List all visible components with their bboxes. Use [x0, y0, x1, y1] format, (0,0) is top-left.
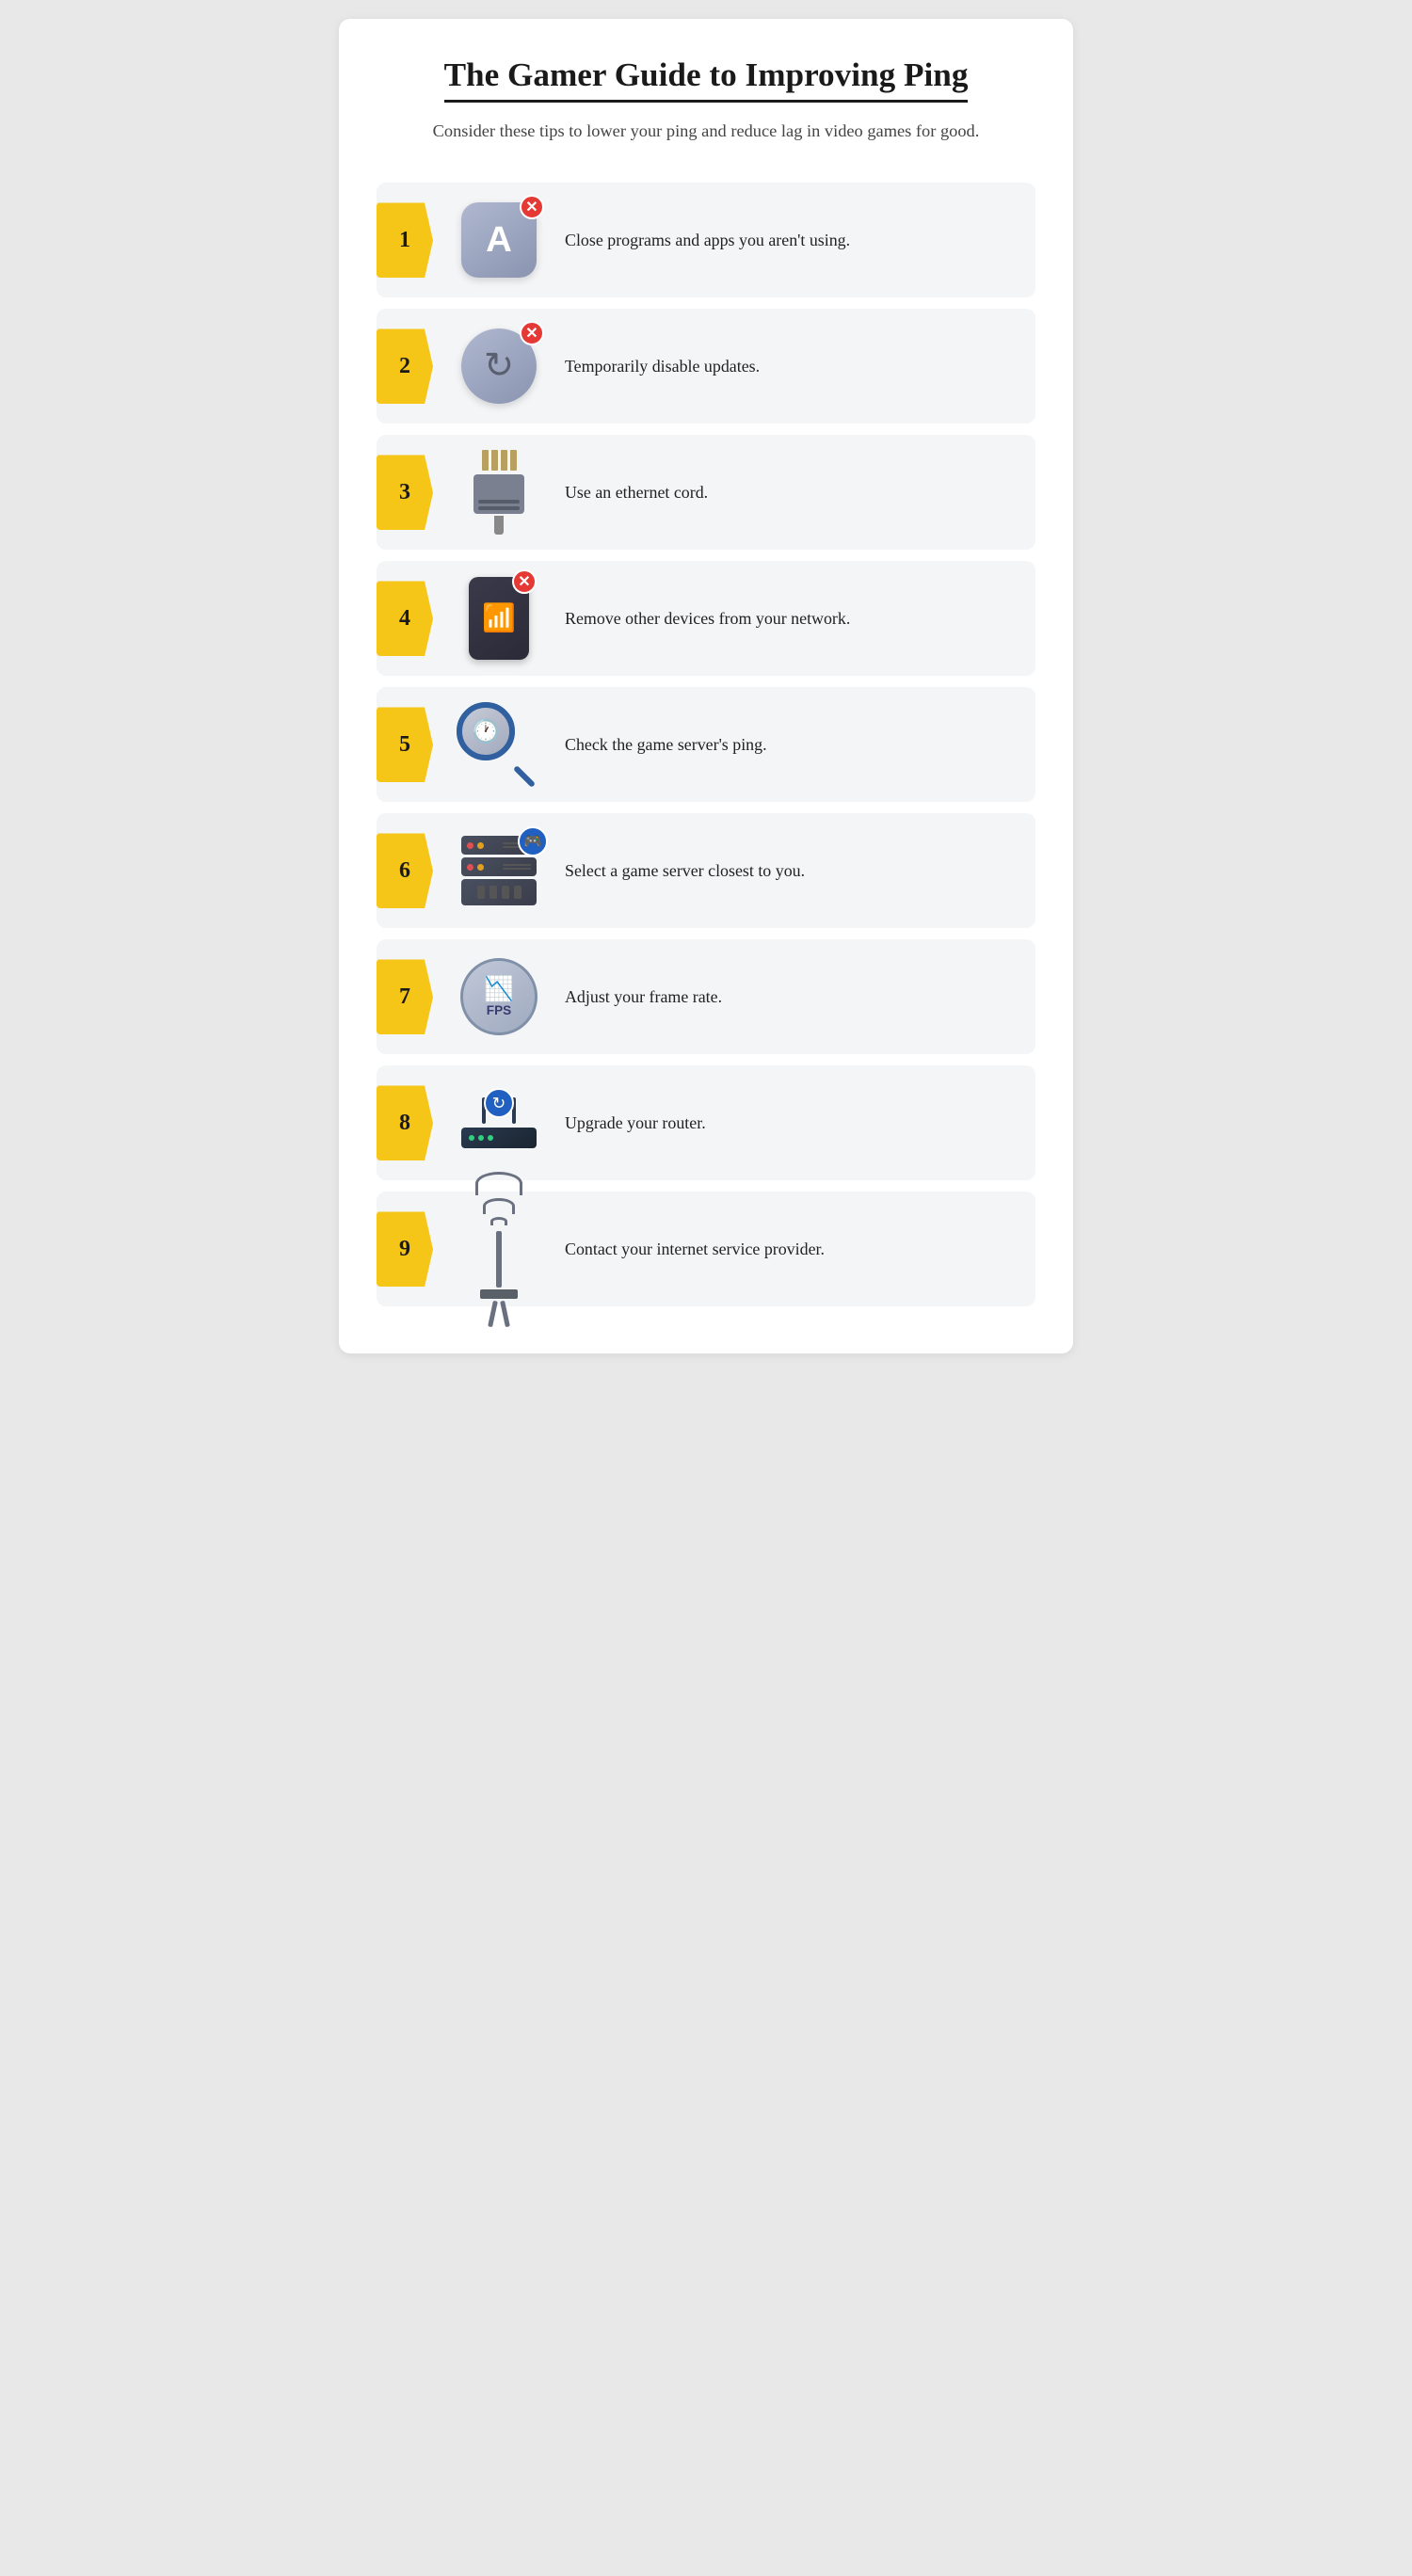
tower-platform [480, 1289, 518, 1299]
refresh-circle-icon: ✕ ↻ [461, 328, 537, 404]
antenna-tower-icon [475, 1172, 522, 1327]
router-led-2 [478, 1135, 484, 1141]
game-server-icon: 🎮 [452, 828, 546, 913]
ethernet-body [473, 474, 524, 514]
speedometer-needle-icon: 📉 [484, 977, 514, 1001]
router-refresh-icon: ↻ [484, 1088, 514, 1118]
router-led-1 [469, 1135, 474, 1141]
server-led-red-2 [467, 864, 473, 871]
pin-3 [501, 450, 507, 471]
tip-text-6: Select a game server closest to you. [565, 861, 1013, 881]
search-clock-icon: 🕐 [457, 702, 541, 787]
close-x-icon-2: ✕ [520, 321, 544, 345]
number-badge-1: 1 [377, 202, 433, 278]
isp-tower-icon [452, 1207, 546, 1291]
tip-text-9: Contact your internet service provider. [565, 1240, 1013, 1259]
smartphone-icon: ✕ 📶 [469, 577, 529, 660]
signal-arc-middle [483, 1198, 515, 1214]
ethernet-plug-icon [473, 450, 524, 535]
gamepad-badge-icon: 🎮 [518, 826, 548, 856]
server-led-yellow [477, 842, 484, 849]
base-vent-3 [502, 886, 509, 899]
tip-text-4: Remove other devices from your network. [565, 609, 1013, 629]
check-ping-icon: 🕐 [452, 702, 546, 787]
tip-text-7: Adjust your frame rate. [565, 987, 1013, 1007]
ethernet-stripe-2 [478, 506, 520, 510]
signal-arcs [475, 1172, 522, 1225]
server-base-unit [461, 879, 537, 905]
disable-updates-icon: ✕ ↻ [452, 324, 546, 408]
close-x-icon-3: ✕ [512, 569, 537, 594]
number-badge-6: 6 [377, 833, 433, 908]
page-header: The Gamer Guide to Improving Ping Consid… [377, 56, 1035, 149]
server-led-red [467, 842, 473, 849]
page-title: The Gamer Guide to Improving Ping [444, 56, 969, 103]
tip-item-7: 7 📉 FPS Adjust your frame rate. [377, 939, 1035, 1054]
tip-item-3: 3 Use an ethernet cord [377, 435, 1035, 550]
tower-leg-right [500, 1301, 510, 1327]
tower-leg-left [488, 1301, 498, 1327]
ethernet-pins [482, 450, 517, 471]
tip-text-3: Use an ethernet cord. [565, 483, 1013, 503]
tip-item-8: 8 ↻ Upgrade your router. [377, 1065, 1035, 1180]
router-body [461, 1128, 537, 1148]
number-badge-3: 3 [377, 455, 433, 530]
tower-legs [490, 1301, 507, 1327]
fps-gauge-icon: 📉 FPS [460, 958, 538, 1035]
server-stack-icon: 🎮 [461, 836, 537, 905]
router-device-icon: ↻ [461, 1097, 537, 1148]
app-store-icon: ✕ [461, 202, 537, 278]
tips-list: 1 ✕ Close programs and apps you aren't u… [377, 183, 1035, 1306]
ethernet-stripe-1 [478, 500, 520, 504]
tip-item-5: 5 🕐 Check the game server's ping. [377, 687, 1035, 802]
tip-text-2: Temporarily disable updates. [565, 357, 1013, 376]
tip-item-2: 2 ✕ ↻ Temporarily disable updates. [377, 309, 1035, 424]
signal-arc-outer [475, 1172, 522, 1195]
number-badge-4: 4 [377, 581, 433, 656]
tip-text-5: Check the game server's ping. [565, 735, 1013, 755]
magnifier-handle-icon [513, 765, 536, 788]
router-icon: ↻ [452, 1080, 546, 1165]
close-programs-icon: ✕ [452, 198, 546, 282]
main-card: The Gamer Guide to Improving Ping Consid… [339, 19, 1073, 1353]
base-vent-4 [514, 886, 521, 899]
tip-item-1: 1 ✕ Close programs and apps you aren't u… [377, 183, 1035, 297]
tip-item-4: 4 ✕ 📶 Remove other devices from your net… [377, 561, 1035, 676]
server-vents-2 [503, 864, 531, 870]
base-vent-1 [477, 886, 485, 899]
router-led-3 [488, 1135, 493, 1141]
frame-rate-icon: 📉 FPS [452, 954, 546, 1039]
page-subtitle: Consider these tips to lower your ping a… [377, 118, 1035, 145]
fps-label: FPS [487, 1003, 511, 1017]
tip-item-9: 9 Contact your internet [377, 1192, 1035, 1306]
close-x-icon: ✕ [520, 195, 544, 219]
server-vent-4 [503, 868, 531, 870]
server-unit-2 [461, 857, 537, 876]
number-badge-9: 9 [377, 1211, 433, 1287]
number-badge-2: 2 [377, 328, 433, 404]
number-badge-8: 8 [377, 1085, 433, 1160]
tower-mast [496, 1231, 502, 1288]
pin-1 [482, 450, 489, 471]
number-badge-5: 5 [377, 707, 433, 782]
tip-text-8: Upgrade your router. [565, 1113, 1013, 1133]
tip-item-6: 6 🎮 [377, 813, 1035, 928]
tip-text-1: Close programs and apps you aren't using… [565, 231, 1013, 250]
base-vent-2 [489, 886, 497, 899]
server-led-yellow-2 [477, 864, 484, 871]
ethernet-cord-icon [452, 450, 546, 535]
signal-arc-inner [490, 1217, 507, 1225]
server-vent-3 [503, 864, 531, 866]
wifi-icon: 📶 [482, 602, 516, 634]
pin-2 [491, 450, 498, 471]
pin-4 [510, 450, 517, 471]
magnifier-ring-icon [457, 702, 515, 760]
refresh-arrows-icon: ↻ [484, 348, 514, 384]
ethernet-cable [494, 516, 504, 535]
remove-devices-icon: ✕ 📶 [452, 576, 546, 661]
number-badge-7: 7 [377, 959, 433, 1034]
